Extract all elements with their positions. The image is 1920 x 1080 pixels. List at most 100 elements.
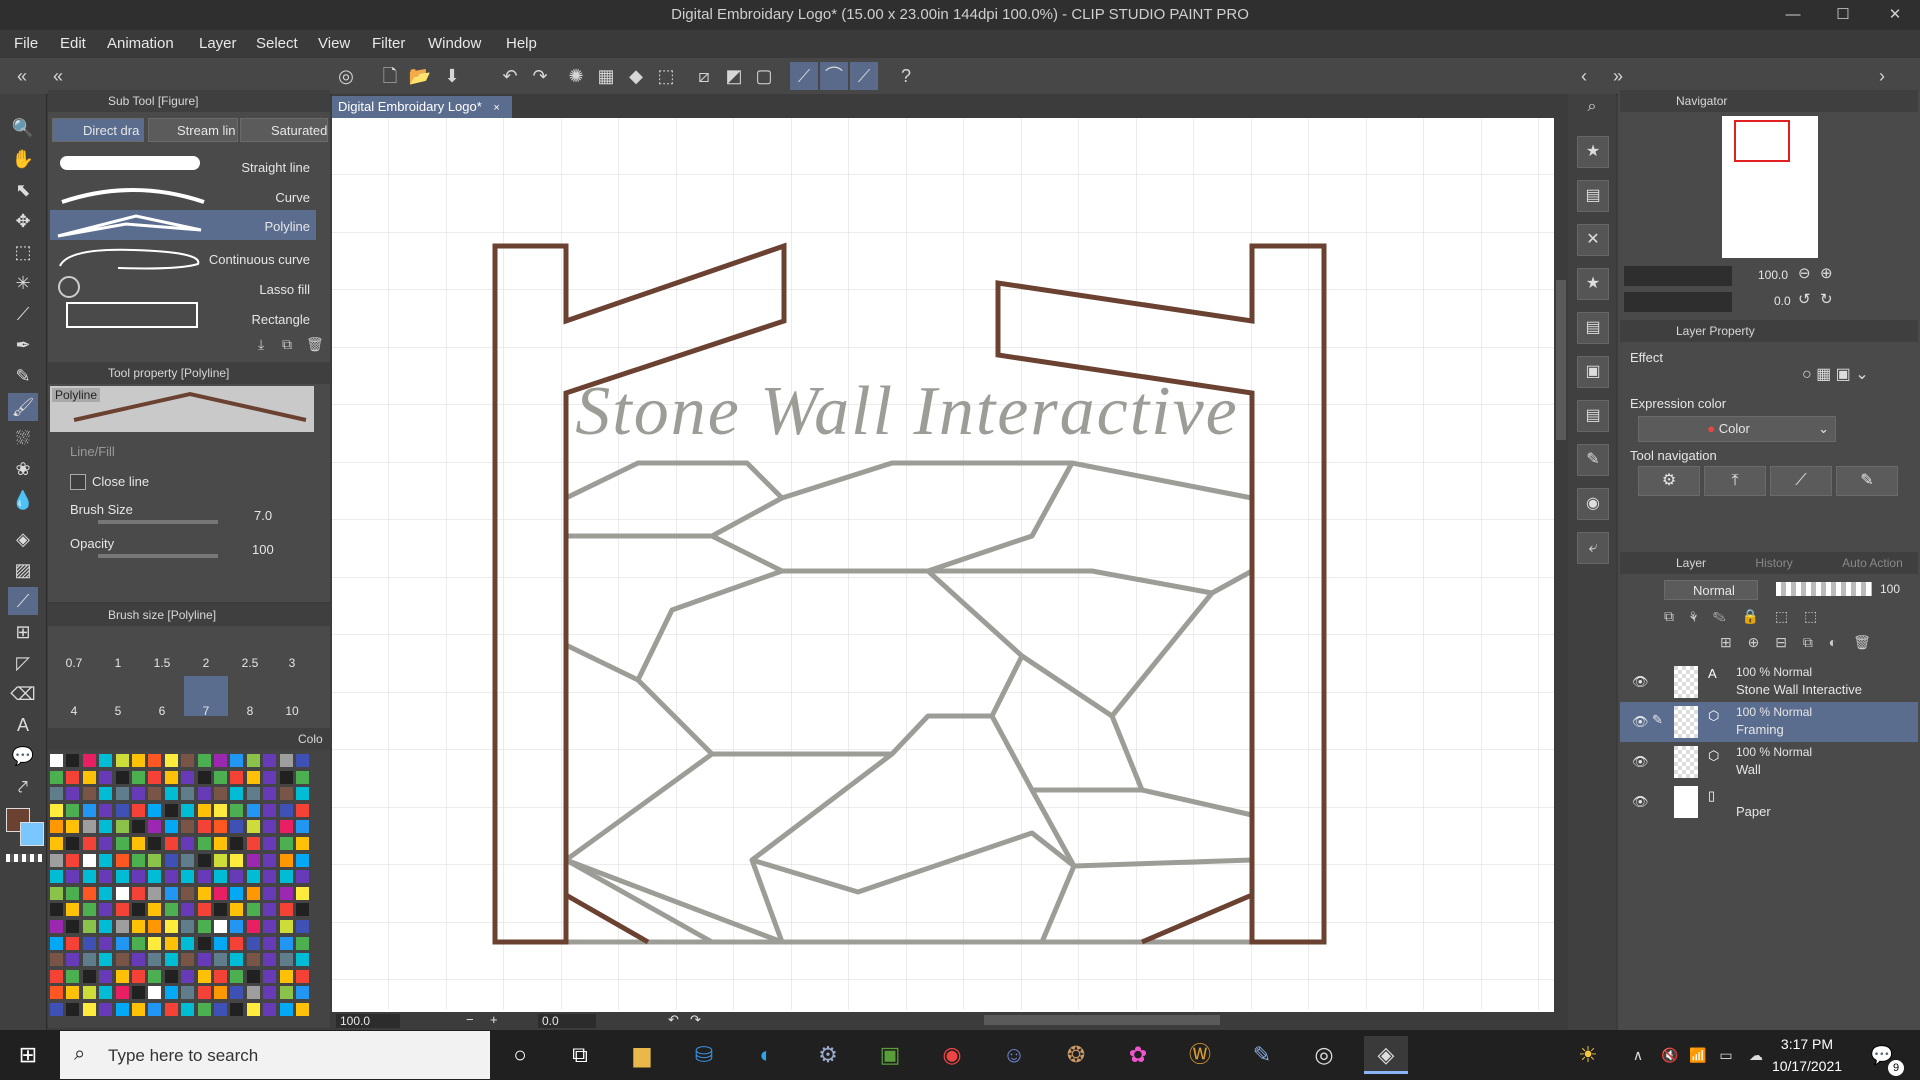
color-swatch[interactable] [66,903,80,917]
invert-selection-icon[interactable]: ◩ [720,62,748,90]
edge-icon[interactable]: ◐ [744,1036,788,1074]
color-swatch[interactable] [115,853,129,867]
sub-color-swatch[interactable] [20,822,44,846]
color-swatch[interactable] [148,820,162,834]
color-swatch[interactable] [99,920,113,933]
color-swatch[interactable] [263,770,277,784]
color-swatch[interactable] [197,853,211,867]
snap-ruler-icon[interactable]: ⟋ [790,62,818,90]
color-swatch[interactable] [82,754,96,767]
color-swatch[interactable] [148,770,162,784]
color-swatch[interactable] [50,853,63,867]
color-swatch[interactable] [181,1003,195,1016]
color-swatch[interactable] [66,886,80,900]
brush-size-slider[interactable] [98,520,218,524]
zoom-in-icon[interactable]: + [490,1012,498,1027]
color-swatch[interactable] [82,837,96,850]
color-swatch[interactable] [263,920,277,933]
show-selection-icon[interactable]: ▢ [750,62,778,90]
clear-icon[interactable]: ✺ [562,62,590,90]
color-swatch[interactable] [50,886,63,900]
expression-color-dropdown[interactable]: ● Color ⌄ [1638,416,1836,442]
color-swatch[interactable] [115,820,129,834]
color-swatch[interactable] [197,770,211,784]
delete-subtool-icon[interactable]: 🗑 [306,336,324,353]
tool-nav-button-4[interactable]: ✎ [1836,466,1898,496]
menu-layer[interactable]: Layer [199,30,237,58]
color-swatch[interactable] [246,1003,260,1016]
material-icon[interactable]: ★ [1577,136,1609,168]
zoom-out-circle-icon[interactable]: ⊖ [1798,264,1811,282]
layer-opacity-slider[interactable] [1776,582,1872,596]
gradient-tool-icon[interactable]: ▨ [8,556,38,584]
fill-tool-icon[interactable]: ◈ [8,525,38,553]
color-swatch[interactable] [296,754,309,767]
color-swatch[interactable] [99,953,113,967]
subtool-tab-stream-line[interactable]: Stream lin [148,118,238,142]
color-swatch[interactable] [99,803,113,817]
navigator-rotate-slider[interactable] [1624,292,1732,312]
color-swatch[interactable] [148,936,162,950]
color-swatch[interactable] [279,853,293,867]
color-swatch[interactable] [263,886,277,900]
color-swatch[interactable] [50,754,63,767]
help-icon[interactable]: ? [892,62,920,90]
color-swatch[interactable] [263,820,277,834]
color-swatch[interactable] [263,870,277,884]
eye-icon[interactable]: 👁 [1632,794,1649,810]
color-swatch[interactable] [181,770,195,784]
rotate-right-circle-icon[interactable]: ↻ [1820,290,1833,308]
vertical-scroll-thumb[interactable] [1556,280,1566,440]
color-swatch[interactable] [279,953,293,967]
subtool-straight-line[interactable]: Straight line [52,152,314,180]
color-swatch[interactable] [279,837,293,850]
color-swatch[interactable] [82,870,96,884]
tab-auto-action[interactable]: Auto Action [1842,556,1903,570]
add-subtool-icon[interactable]: ⤓ [258,336,264,353]
color-swatch[interactable] [164,754,178,767]
color-swatch[interactable] [230,754,244,767]
color-swatch[interactable] [296,770,309,784]
color-swatch[interactable] [164,803,178,817]
navigator-zoom-slider[interactable] [1624,266,1732,286]
color-swatch[interactable] [50,903,63,917]
color-swatch[interactable] [214,770,227,784]
eye-icon[interactable]: 👁 [1632,714,1649,730]
zoom-in-circle-icon[interactable]: ⊕ [1820,264,1833,282]
color-swatch[interactable] [197,820,211,834]
color-swatch[interactable] [214,953,227,967]
menu-file[interactable]: File [14,30,38,58]
pen-tool-icon[interactable]: ✒ [8,331,38,359]
color-swatch[interactable] [214,969,227,983]
color-swatch[interactable] [132,870,145,884]
color-swatch[interactable] [263,754,277,767]
color-swatch[interactable] [50,870,63,884]
menu-view[interactable]: View [318,30,350,58]
color-swatch[interactable] [246,903,260,917]
color-swatch[interactable] [181,853,195,867]
color-swatch[interactable] [296,936,309,950]
color-swatch[interactable] [50,820,63,834]
taskbar-search-box[interactable]: ⌕ Type here to search [60,1031,490,1079]
material-icon-8[interactable]: ✎ [1577,444,1609,476]
color-swatch[interactable] [279,920,293,933]
color-swatch[interactable] [148,903,162,917]
ruler-tool-icon[interactable]: ◸ [8,649,38,677]
subtool-lasso-fill[interactable]: Lasso fill [52,272,314,300]
color-swatch[interactable] [148,870,162,884]
color-swatch[interactable] [181,886,195,900]
clock-date[interactable]: 10/17/2021 [1762,1058,1852,1074]
clip-studio-paint-active-icon[interactable]: ◈ [1364,1036,1408,1074]
color-swatch[interactable] [279,936,293,950]
color-swatch[interactable] [148,803,162,817]
color-swatch[interactable] [263,986,277,1000]
color-swatch[interactable] [82,1003,96,1016]
color-swatch[interactable] [279,1003,293,1016]
zoom-out-icon[interactable]: − [466,1012,474,1027]
color-swatch[interactable] [214,870,227,884]
horizontal-scroll-thumb[interactable] [984,1015,1220,1025]
status-angle[interactable]: 0.0 [538,1014,596,1028]
collapse-left-icon[interactable]: « [8,62,36,90]
color-swatch[interactable] [148,886,162,900]
color-swatch[interactable] [99,837,113,850]
